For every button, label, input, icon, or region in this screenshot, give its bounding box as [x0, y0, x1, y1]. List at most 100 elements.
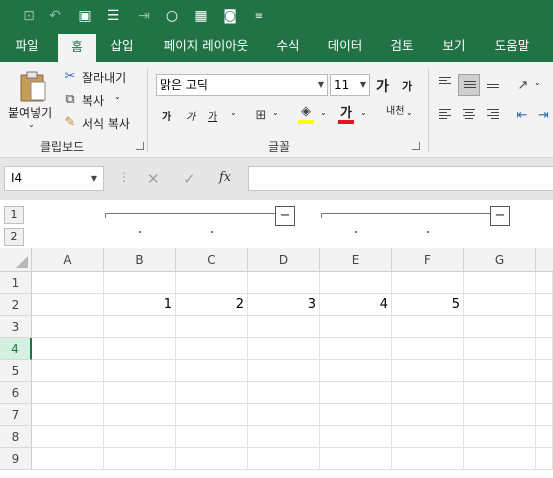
cell[interactable] [176, 272, 248, 294]
cell[interactable] [104, 448, 176, 470]
tab-help[interactable]: 도움말 [484, 32, 540, 62]
cell[interactable] [392, 404, 464, 426]
font-size-select[interactable]: 11 ▼ [330, 74, 370, 96]
increase-indent-icon[interactable]: ⇥ [534, 106, 553, 124]
chevron-down-icon[interactable]: ⌄ [230, 108, 237, 117]
align-top-button[interactable] [434, 74, 456, 96]
cell[interactable] [104, 404, 176, 426]
cell[interactable] [176, 360, 248, 382]
column-header-a[interactable]: A [32, 248, 104, 272]
cell[interactable] [392, 338, 464, 360]
cell[interactable] [32, 338, 104, 360]
cell[interactable] [320, 272, 392, 294]
chevron-down-icon[interactable]: ⌄ [534, 78, 541, 87]
cell[interactable] [176, 404, 248, 426]
row-header-3[interactable]: 3 [0, 316, 32, 338]
font-color-button[interactable]: 가 [340, 102, 352, 121]
cell[interactable] [464, 404, 536, 426]
cell[interactable] [248, 272, 320, 294]
orientation-icon[interactable]: ↗ [514, 76, 532, 94]
tab-page-layout[interactable]: 페이지 레이아웃 [154, 32, 258, 62]
tab-home[interactable]: 홈 [58, 34, 96, 62]
outline-level-2-button[interactable]: 2 [4, 228, 24, 246]
cell[interactable] [536, 426, 553, 448]
cell[interactable] [536, 360, 553, 382]
tab-formulas[interactable]: 수식 [266, 32, 310, 62]
bold-button[interactable]: 가 [162, 108, 171, 123]
font-name-select[interactable]: 맑은 고딕 ▼ [156, 74, 328, 96]
cell[interactable]: 4 [320, 294, 392, 316]
cell[interactable] [464, 272, 536, 294]
cell[interactable] [320, 316, 392, 338]
cell[interactable] [536, 448, 553, 470]
cell[interactable] [320, 382, 392, 404]
cell[interactable] [320, 448, 392, 470]
tab-data[interactable]: 데이터 [318, 32, 372, 62]
border-icon[interactable]: ⊞ [252, 106, 270, 124]
select-all-button[interactable] [0, 248, 32, 272]
clipboard-launcher-icon[interactable] [136, 142, 144, 150]
cell[interactable] [392, 360, 464, 382]
name-box[interactable]: I4 ▼ [4, 166, 104, 191]
fill-color-icon[interactable]: ◈ [296, 102, 316, 120]
cell[interactable] [464, 382, 536, 404]
align-middle-button[interactable] [458, 74, 480, 96]
row-header-8[interactable]: 8 [0, 426, 32, 448]
cell[interactable] [176, 426, 248, 448]
format-painter-button[interactable]: ✎ 서식 복사 [62, 114, 142, 132]
cell[interactable] [392, 426, 464, 448]
row-header-2[interactable]: 2 [0, 294, 32, 316]
cell[interactable] [248, 338, 320, 360]
column-header-d[interactable]: D [248, 248, 320, 272]
cell[interactable] [320, 338, 392, 360]
cell[interactable] [464, 426, 536, 448]
cell[interactable] [464, 294, 536, 316]
collapse-group-button[interactable]: − [275, 206, 295, 226]
row-header-1[interactable]: 1 [0, 272, 32, 294]
shrink-font-button[interactable]: 가 [402, 78, 412, 94]
decrease-indent-icon[interactable]: ⇤ [512, 106, 532, 124]
column-header-c[interactable]: C [176, 248, 248, 272]
align-center-button[interactable] [458, 104, 480, 126]
row-header-7[interactable]: 7 [0, 404, 32, 426]
customize-icon[interactable]: ≡ [248, 5, 270, 27]
paste-button[interactable]: 붙여넣기 ⌄ [6, 68, 56, 132]
chevron-down-icon[interactable]: ⌄ [320, 108, 327, 117]
cell[interactable] [464, 316, 536, 338]
cell[interactable] [32, 404, 104, 426]
camera-icon[interactable]: ◙ [219, 5, 241, 27]
column-header-e[interactable]: E [320, 248, 392, 272]
cell[interactable]: 2 [176, 294, 248, 316]
insert-function-button[interactable]: fx [219, 170, 231, 185]
cell[interactable] [464, 360, 536, 382]
row-header-4[interactable]: 4 [0, 338, 32, 360]
cell[interactable] [392, 382, 464, 404]
cancel-icon[interactable]: ✕ [147, 170, 160, 188]
cell[interactable] [32, 294, 104, 316]
phonetic-guide-button[interactable]: 내천 [386, 102, 404, 117]
italic-button[interactable]: 가 [186, 108, 195, 123]
cell[interactable] [176, 448, 248, 470]
cell[interactable]: 5 [392, 294, 464, 316]
collapse-group-button[interactable]: − [490, 206, 510, 226]
enter-icon[interactable]: ✓ [183, 170, 196, 188]
column-header-b[interactable]: B [104, 248, 176, 272]
align-bottom-button[interactable] [482, 74, 504, 96]
column-header-g[interactable]: G [464, 248, 536, 272]
chevron-down-icon[interactable]: ⌄ [272, 108, 279, 117]
underline-button[interactable]: 가 [208, 108, 217, 123]
cell[interactable] [536, 272, 553, 294]
cut-button[interactable]: ✂ 잘라내기 [62, 68, 142, 86]
cell[interactable] [176, 338, 248, 360]
cell[interactable] [248, 316, 320, 338]
cell[interactable]: 3 [248, 294, 320, 316]
cell[interactable] [248, 404, 320, 426]
save-icon[interactable]: ⊡ [18, 5, 40, 27]
cell[interactable] [392, 448, 464, 470]
grid-icon[interactable]: ▦ [190, 5, 212, 27]
cell[interactable] [104, 272, 176, 294]
cell[interactable] [104, 316, 176, 338]
column-header-partial[interactable] [536, 248, 553, 272]
export-icon[interactable]: ⇥ [133, 5, 155, 27]
align-left-button[interactable] [434, 104, 456, 126]
